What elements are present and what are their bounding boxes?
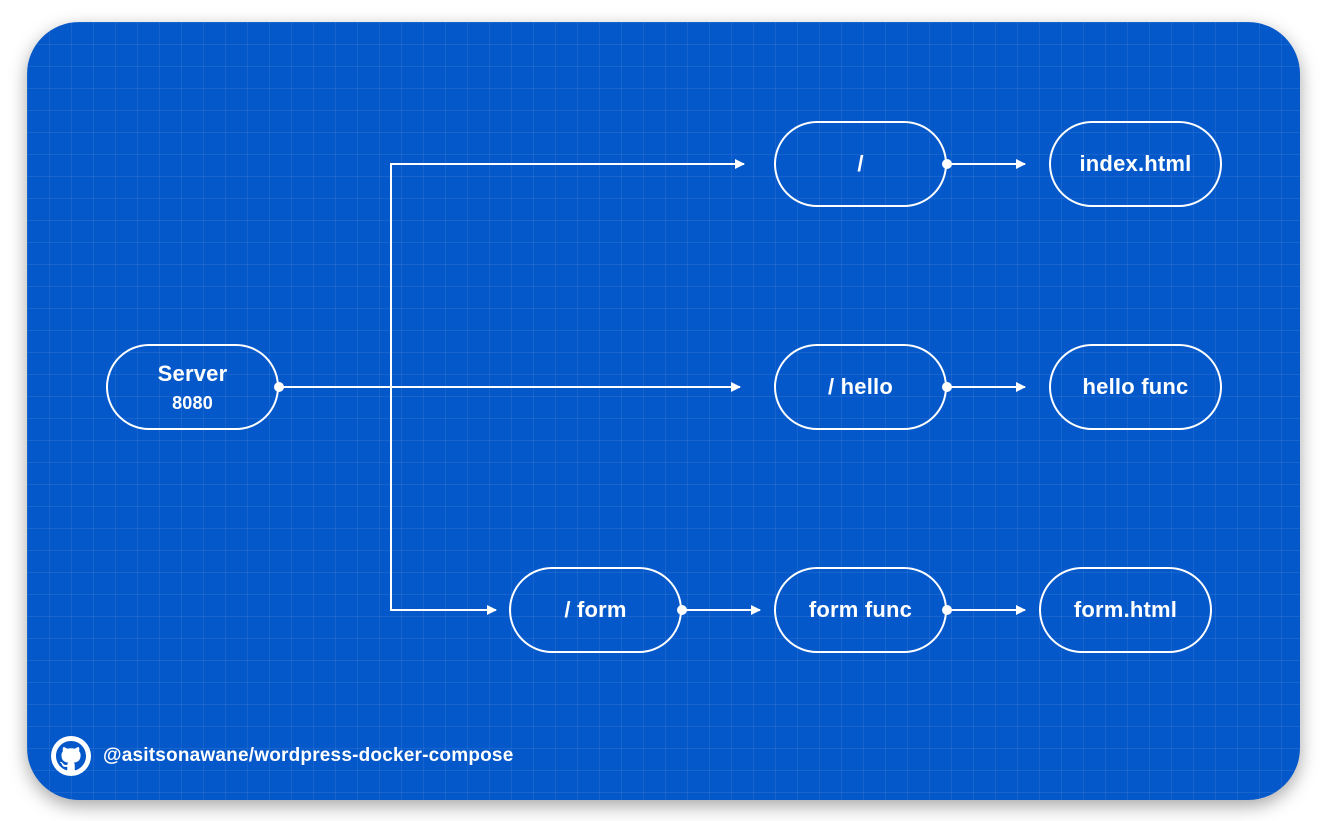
node-form-html: form.html <box>1039 567 1212 653</box>
node-form-func: form func <box>774 567 947 653</box>
edge-server-form <box>390 387 497 615</box>
footer: @asitsonawane/wordpress-docker-compose <box>51 736 513 776</box>
node-index-html-label: index.html <box>1079 151 1192 176</box>
node-server-label: Server <box>157 360 228 386</box>
node-route-form-label: / form <box>564 597 627 622</box>
repo-handle[interactable]: @asitsonawane/wordpress-docker-compose <box>103 745 513 767</box>
node-route-hello-label: / hello <box>828 374 893 399</box>
edge-server-root <box>390 159 745 387</box>
node-index-html: index.html <box>1049 121 1222 207</box>
node-route-root: / <box>774 121 947 207</box>
node-server: Server 8080 <box>106 344 279 430</box>
node-route-root-label: / <box>857 151 864 176</box>
node-hello-func: hello func <box>1049 344 1222 430</box>
node-form-html-label: form.html <box>1073 597 1178 622</box>
node-route-hello: / hello <box>774 344 947 430</box>
github-icon[interactable] <box>51 736 91 776</box>
node-form-func-label: form func <box>808 597 913 622</box>
node-hello-func-label: hello func <box>1082 374 1189 399</box>
node-server-port: 8080 <box>172 392 213 413</box>
node-route-form: / form <box>509 567 682 653</box>
